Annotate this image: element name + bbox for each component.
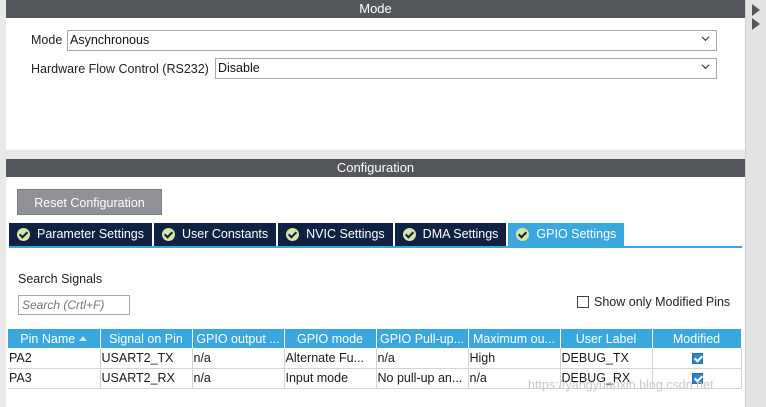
tab-user-constants[interactable]: User Constants	[154, 223, 277, 246]
mode-panel-header: Mode	[6, 0, 745, 18]
column-header-label: Pin Name	[20, 331, 76, 346]
show-modified-pins-label: Show only Modified Pins	[594, 295, 731, 309]
mode-label: Mode	[31, 33, 63, 47]
tab-parameter-settings[interactable]: Parameter Settings	[9, 223, 152, 246]
column-header-user-label[interactable]: User Label	[560, 329, 653, 348]
modified-checkbox[interactable]	[691, 352, 703, 364]
flow-control-label: Hardware Flow Control (RS232)	[31, 62, 209, 76]
gpio-pull-cell: No pull-up an...	[376, 368, 469, 389]
tab-dma-settings[interactable]: DMA Settings	[394, 223, 507, 246]
watermark: https://yangyuanxin.blog.csdn.net	[528, 378, 714, 392]
tab-label: User Constants	[182, 227, 269, 241]
user-label-cell: DEBUG_TX	[560, 348, 653, 369]
mode-select-value: Asynchronous	[70, 33, 150, 47]
gpio-output-cell: n/a	[192, 368, 285, 389]
reset-configuration-button[interactable]: Reset Configuration	[17, 189, 162, 215]
chevron-right-icon[interactable]	[752, 18, 760, 30]
configuration-panel-header: Configuration	[6, 159, 745, 177]
pin-name-cell: PA2	[8, 348, 101, 369]
tab-underline	[9, 246, 742, 248]
gpio-output-cell: n/a	[192, 348, 285, 369]
column-header-max-output[interactable]: Maximum ou...	[468, 329, 561, 348]
chevron-down-icon	[701, 36, 710, 42]
flow-control-select[interactable]: Disable	[215, 58, 717, 79]
column-header-signal[interactable]: Signal on Pin	[100, 329, 193, 348]
column-header-pin-name[interactable]: Pin Name	[8, 329, 101, 348]
tab-label: DMA Settings	[422, 227, 499, 241]
checkbox-unchecked[interactable]	[577, 296, 589, 308]
max-output-cell: High	[468, 348, 561, 369]
column-header-gpio-output[interactable]: GPIO output ...	[192, 329, 285, 348]
table-row[interactable]: PA2 USART2_TX n/a Alternate Fu... n/a Hi…	[8, 348, 742, 369]
check-circle-icon	[162, 228, 175, 241]
flow-control-value: Disable	[218, 61, 260, 75]
config-tabs: Parameter Settings User Constants NVIC S…	[9, 223, 626, 247]
modified-cell	[652, 348, 742, 369]
column-header-gpio-mode[interactable]: GPIO mode	[284, 329, 377, 348]
tab-label: GPIO Settings	[536, 227, 617, 241]
gpio-mode-cell: Alternate Fu...	[284, 348, 377, 369]
tab-label: Parameter Settings	[37, 227, 144, 241]
gpio-mode-cell: Input mode	[284, 368, 377, 389]
collapse-side-strip[interactable]	[745, 0, 766, 407]
tab-gpio-settings[interactable]: GPIO Settings	[508, 223, 625, 246]
signal-cell: USART2_TX	[100, 348, 193, 369]
search-signals-label: Search Signals	[18, 272, 103, 286]
table-header-row: Pin Name Signal on Pin GPIO output ... G…	[8, 329, 742, 348]
chevron-down-icon	[701, 64, 710, 70]
tab-label: NVIC Settings	[306, 227, 385, 241]
search-signals-input[interactable]	[18, 295, 130, 315]
mode-select[interactable]: Asynchronous	[67, 30, 717, 51]
check-circle-icon	[17, 228, 30, 241]
check-circle-icon	[402, 228, 416, 241]
show-modified-pins-toggle[interactable]: Show only Modified Pins	[577, 295, 730, 309]
pin-name-cell: PA3	[8, 368, 101, 389]
signal-cell: USART2_RX	[100, 368, 193, 389]
check-circle-icon	[286, 228, 300, 241]
sort-ascending-icon	[79, 335, 88, 341]
tab-nvic-settings[interactable]: NVIC Settings	[278, 223, 393, 246]
column-header-modified[interactable]: Modified	[652, 329, 742, 348]
chevron-right-icon[interactable]	[752, 4, 760, 16]
mode-panel: Mode Asynchronous Hardware Flow Control …	[6, 18, 745, 150]
gpio-pull-cell: n/a	[376, 348, 469, 369]
column-header-gpio-pull[interactable]: GPIO Pull-up...	[376, 329, 469, 348]
check-circle-icon	[516, 228, 530, 241]
